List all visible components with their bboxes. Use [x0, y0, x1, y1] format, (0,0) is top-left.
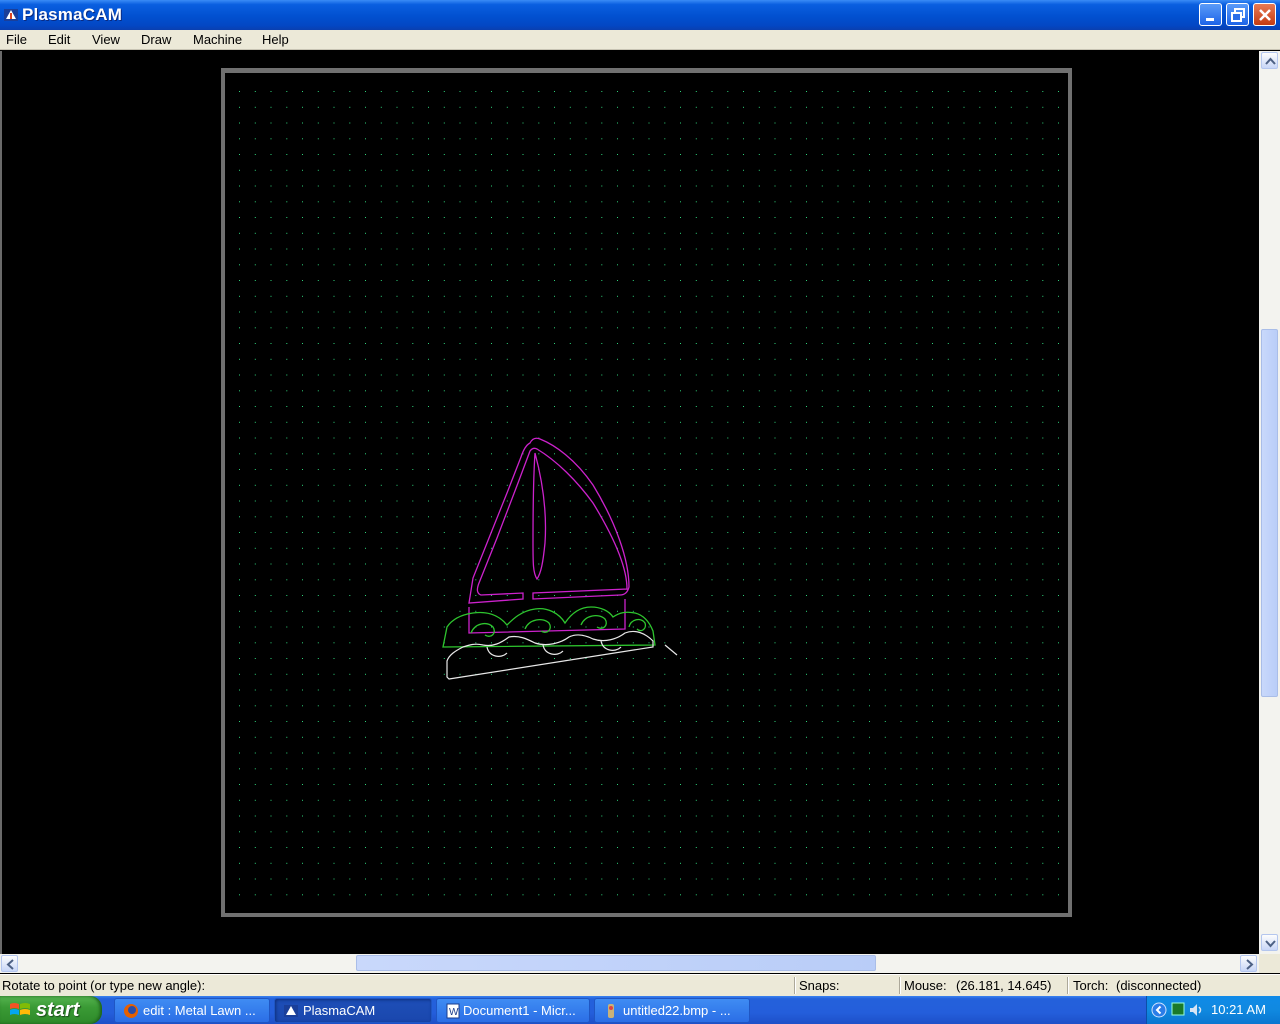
- chevron-right-icon: [1246, 959, 1254, 970]
- firefox-icon: [124, 1004, 138, 1018]
- taskbar-item-label: untitled22.bmp - ...: [623, 1003, 731, 1018]
- taskbar-item-label: edit : Metal Lawn ...: [143, 1003, 256, 1018]
- taskbar-item-label: Document1 - Micr...: [463, 1003, 576, 1018]
- vertical-scroll-thumb[interactable]: [1261, 329, 1278, 697]
- snaps-label: Snaps:: [799, 978, 840, 993]
- horizontal-scrollbar[interactable]: [0, 954, 1259, 973]
- plasmacam-app-icon[interactable]: [3, 7, 19, 23]
- vertical-scrollbar[interactable]: [1259, 51, 1280, 954]
- taskbar-item-plasmacam[interactable]: PlasmaCAM: [274, 998, 432, 1023]
- network-icon[interactable]: [1171, 1002, 1185, 1016]
- svg-text:W: W: [449, 1007, 459, 1018]
- taskbar-item-label: PlasmaCAM: [303, 1003, 376, 1018]
- speaker-icon[interactable]: [1188, 1002, 1204, 1018]
- chevron-down-icon: [1265, 940, 1276, 948]
- scroll-left-button[interactable]: [1, 955, 18, 972]
- drawing-workspace[interactable]: [0, 51, 1259, 954]
- chevron-up-icon: [1265, 57, 1276, 65]
- status-bar: Rotate to point (or type new angle): Sna…: [0, 974, 1280, 996]
- scroll-up-button[interactable]: [1261, 52, 1278, 69]
- menu-draw[interactable]: Draw: [141, 32, 171, 47]
- waves-shape[interactable]: [442, 606, 656, 648]
- taskbar-item-firefox[interactable]: edit : Metal Lawn ...: [114, 998, 270, 1023]
- menu-machine[interactable]: Machine: [193, 32, 242, 47]
- command-prompt: Rotate to point (or type new angle):: [2, 978, 206, 993]
- menu-file[interactable]: File: [6, 32, 27, 47]
- horizontal-scroll-thumb[interactable]: [356, 955, 876, 971]
- system-tray: 10:21 AM: [1146, 996, 1280, 1024]
- grid-dots: [239, 91, 1059, 896]
- start-label: start: [36, 999, 80, 1021]
- menu-view[interactable]: View: [92, 32, 120, 47]
- word-icon: W: [446, 1003, 460, 1019]
- torch-status: (disconnected): [1116, 978, 1202, 993]
- start-button[interactable]: start: [0, 996, 102, 1024]
- minimize-button[interactable]: [1199, 3, 1222, 26]
- hull-shape[interactable]: [446, 630, 678, 680]
- sail-shape[interactable]: [468, 437, 630, 634]
- mouse-coordinates: (26.181, 14.645): [956, 978, 1052, 993]
- plasmacam-icon: [284, 1005, 298, 1017]
- torch-label: Torch:: [1073, 978, 1109, 993]
- chevron-left-icon[interactable]: [1151, 1002, 1167, 1018]
- taskbar-item-paint[interactable]: untitled22.bmp - ...: [594, 998, 750, 1023]
- status-separator: [899, 977, 901, 994]
- restore-button[interactable]: [1226, 3, 1249, 26]
- paint-icon: [608, 1004, 614, 1018]
- scroll-right-button[interactable]: [1240, 955, 1257, 972]
- cutting-table[interactable]: [221, 68, 1072, 917]
- mouse-label: Mouse:: [904, 978, 947, 993]
- menu-edit[interactable]: Edit: [48, 32, 70, 47]
- status-separator: [794, 977, 796, 994]
- minimize-icon: [1206, 18, 1214, 21]
- restore-icon: [1231, 8, 1245, 22]
- window-title: PlasmaCAM: [22, 5, 123, 24]
- close-icon: [1259, 9, 1271, 21]
- menu-help[interactable]: Help: [262, 32, 289, 47]
- title-bar: PlasmaCAM: [0, 0, 1280, 30]
- taskbar-item-word[interactable]: W Document1 - Micr...: [436, 998, 590, 1023]
- close-button[interactable]: [1253, 3, 1276, 26]
- chevron-left-icon: [6, 959, 14, 970]
- scroll-down-button[interactable]: [1261, 934, 1278, 951]
- taskbar: start edit : Metal Lawn ... PlasmaCAM W …: [0, 996, 1280, 1024]
- scroll-corner: [1259, 954, 1280, 973]
- menu-bar: File Edit View Draw Machine Help: [0, 30, 1280, 50]
- clock: 10:21 AM: [1211, 1002, 1266, 1017]
- status-separator: [1067, 977, 1069, 994]
- drawing-canvas[interactable]: [225, 73, 1068, 913]
- windows-logo-icon: [10, 1003, 30, 1015]
